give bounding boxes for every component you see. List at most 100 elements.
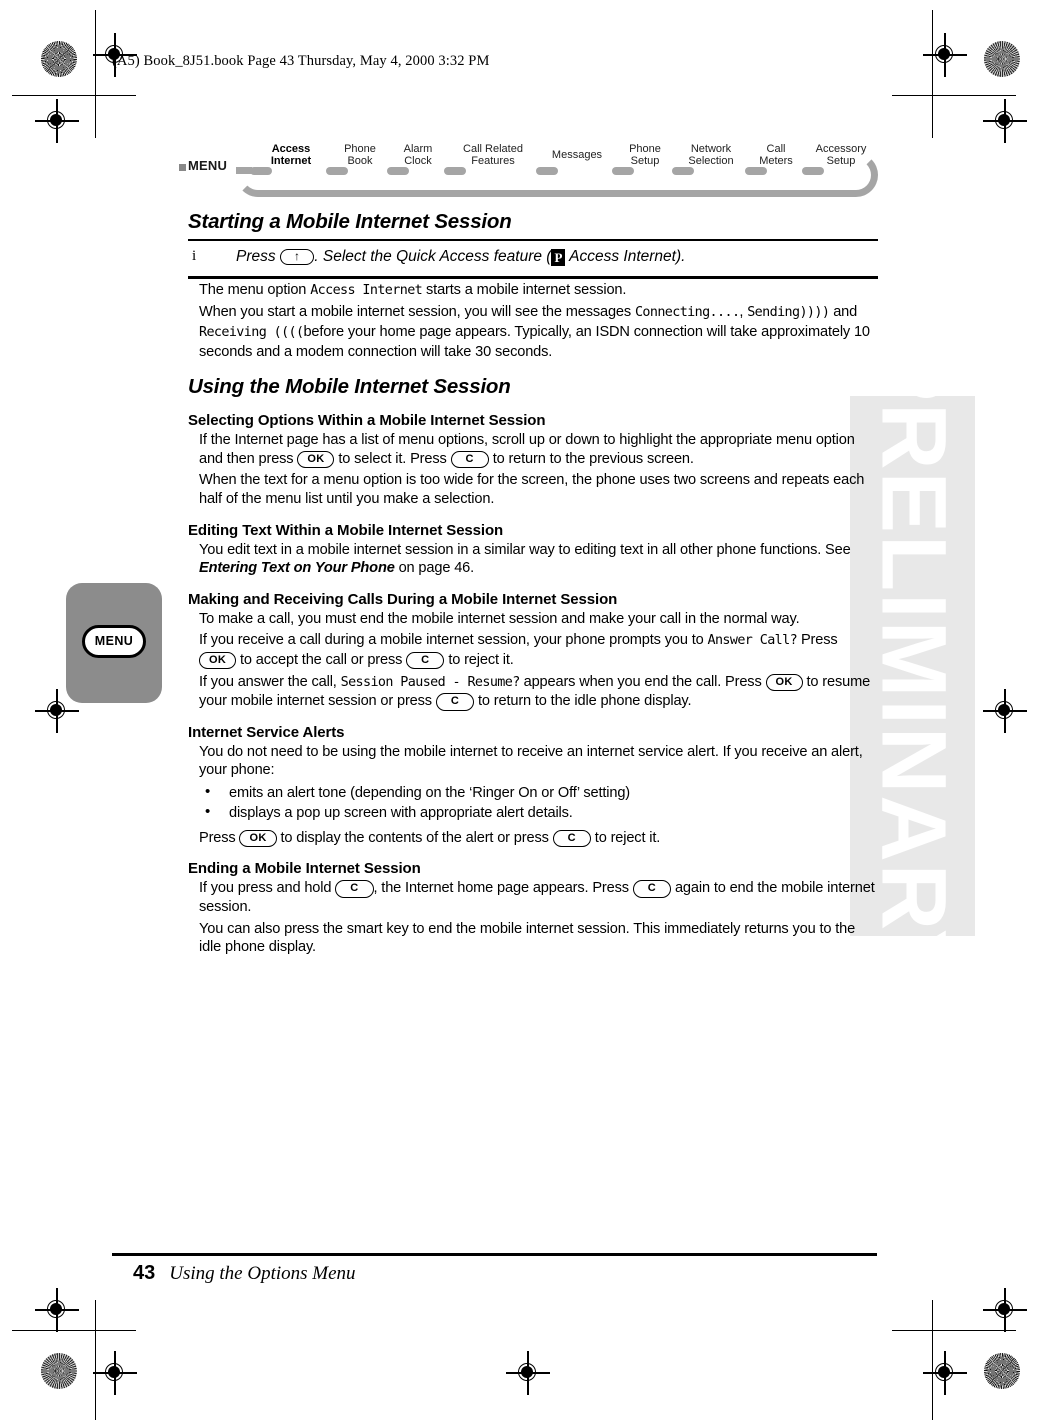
text-run: The menu option	[199, 281, 311, 298]
clear-key-icon: C	[335, 880, 374, 898]
menu-path-item-line2: Setup	[826, 154, 856, 167]
menu-path-item-line2: Setup	[630, 154, 660, 167]
text-run: You edit text in a mobile internet sessi…	[199, 541, 851, 558]
registration-mark-bottom-right	[983, 1288, 1027, 1332]
menu-path-item-line2: Selection	[688, 154, 734, 167]
text-run: When you start a mobile internet session…	[199, 304, 635, 321]
menu-path-connector	[250, 167, 272, 175]
color-rosette-bottom-right	[984, 1353, 1020, 1389]
menu-path-item-accessory-setup[interactable]: Accessory Setup	[810, 143, 872, 167]
menu-path-item-alarm-clock[interactable]: Alarm Clock	[395, 143, 441, 167]
lcd-text-receiving: Receiving ((((	[199, 324, 304, 340]
subheading-editing-text: Editing Text Within a Mobile Internet Se…	[188, 521, 504, 539]
menu-path-item-line1: Call	[766, 143, 786, 155]
crop-line-bottom-left-v	[95, 1300, 97, 1420]
menu-path-item-line2: Features	[471, 154, 515, 167]
crop-line-left-top-h	[12, 95, 136, 97]
paragraph-calls-1: To make a call, you must end the mobile …	[199, 610, 800, 627]
text-run: to display the contents of the alert or …	[276, 829, 553, 846]
ok-key-icon: OK	[199, 651, 237, 670]
step-box: i Press ↑. Select the Quick Access featu…	[188, 241, 878, 274]
paragraph-ending-1: If you press and hold C, the Internet ho…	[188, 879, 878, 916]
text-run: Press	[797, 632, 838, 649]
margin-tab-menu[interactable]: MENU	[66, 583, 162, 703]
menu-path-item-line2: Book	[347, 154, 373, 167]
section-title-using: Using the Mobile Internet Session	[188, 375, 511, 399]
menu-path-diagram: MENU Access Internet Phone Book Alarm Cl…	[179, 143, 878, 200]
list-item: emits an alert tone (depending on the ‘R…	[199, 782, 878, 803]
menu-path-item-line2: Internet	[270, 154, 312, 167]
menu-path-item-messages[interactable]: Messages	[545, 149, 609, 162]
page-number: 43	[133, 1262, 156, 1284]
text-run: Press	[199, 829, 240, 846]
text-run: to return to the previous screen.	[488, 450, 694, 467]
lcd-text-connecting: Connecting....	[634, 305, 740, 321]
menu-path-connector	[444, 167, 466, 175]
menu-path-item-phone-book[interactable]: Phone Book	[336, 143, 384, 167]
step-number: i	[192, 248, 197, 265]
crop-line-top-left-v	[95, 10, 97, 138]
text-run: If you answer the call,	[199, 673, 341, 690]
menu-path-item-line1: Network	[690, 143, 732, 155]
cross-reference-entering-text[interactable]: Entering Text on Your Phone	[199, 560, 395, 576]
text-run: If you press and hold	[199, 880, 336, 897]
registration-mark-left	[35, 99, 79, 143]
clear-key-icon: C	[435, 693, 475, 711]
list-item: displays a pop up screen with appropriat…	[199, 802, 878, 823]
menu-path-marker-icon	[179, 164, 186, 171]
up-arrow-key-icon: ↑	[279, 249, 315, 266]
menu-path-label: MENU	[188, 158, 228, 173]
text-run: , the Internet home page appears. Press	[373, 880, 633, 897]
menu-path-item-network-selection[interactable]: Network Selection	[680, 143, 742, 167]
text-run: on page 46.	[394, 560, 475, 577]
menu-path-item-line1: Messages	[551, 149, 603, 161]
subheading-internet-service-alerts: Internet Service Alerts	[188, 723, 345, 741]
menu-path-item-line2: Meters	[759, 154, 793, 167]
registration-mark-bottom-left	[35, 1288, 79, 1332]
color-rosette-bottom-left	[41, 1353, 77, 1389]
page-footer: 43 Using the Options Menu	[133, 1262, 356, 1285]
lcd-text-access-internet: Access Internet	[310, 282, 423, 298]
clear-key-icon: C	[632, 880, 672, 898]
step-text-pre: Press	[236, 248, 276, 266]
menu-path-connector	[326, 167, 348, 175]
menu-key-icon: MENU	[82, 625, 146, 658]
ok-key-icon: OK	[239, 829, 277, 848]
menu-path-connector	[536, 167, 558, 175]
alert-bullet-list: emits an alert tone (depending on the ‘R…	[188, 782, 878, 823]
menu-path-item-phone-setup[interactable]: Phone Setup	[621, 143, 669, 167]
paragraph-menu-option: The menu option Access Internet starts a…	[188, 281, 878, 301]
section-title-starting: Starting a Mobile Internet Session	[188, 210, 512, 233]
text-run: to reject it.	[444, 651, 514, 668]
text-run: to reject it.	[590, 829, 661, 846]
menu-path-item-call-meters[interactable]: Call Meters	[753, 143, 799, 167]
step-row: i Press ↑. Select the Quick Access featu…	[188, 248, 878, 267]
text-run: If you receive a call during a mobile in…	[199, 632, 708, 649]
paragraph-calls-3: If you answer the call, Session Paused -…	[188, 673, 878, 711]
menu-path-item-line1: Call Related	[463, 143, 523, 155]
registration-mark-right	[983, 99, 1027, 143]
text-run: starts a mobile internet session.	[422, 281, 627, 298]
menu-path-item-line1: Accessory	[815, 143, 867, 155]
text-run: to select it. Press	[334, 450, 451, 467]
menu-path-connector	[387, 167, 409, 175]
menu-path-item-line1: Phone	[344, 143, 376, 155]
menu-path-connector	[612, 167, 634, 175]
text-run: appears when you end the call. Press	[519, 673, 766, 690]
paragraph-selecting-1: If the Internet page has a list of menu …	[188, 431, 878, 469]
menu-path-item-access-internet[interactable]: Access Internet	[260, 143, 322, 167]
paragraph-ending-2: You can also press the smart key to end …	[199, 920, 856, 956]
paragraph-alerts-1: You do not need to be using the mobile i…	[199, 743, 863, 779]
menu-path-item-call-related-features[interactable]: Call Related Features	[453, 143, 533, 167]
lcd-text-session-paused: Session Paused - Resume?	[340, 674, 521, 690]
footer-rule	[112, 1253, 877, 1256]
menu-path-connector	[745, 167, 767, 175]
subheading-making-receiving-calls: Making and Receiving Calls During a Mobi…	[188, 590, 618, 608]
registration-mark-right-middle	[983, 689, 1027, 733]
step-text-post: Access Internet).	[565, 248, 686, 266]
rule-below-step	[188, 276, 878, 279]
clear-key-icon: C	[450, 450, 489, 469]
footer-title: Using the Options Menu	[169, 1263, 356, 1284]
ok-key-icon: OK	[765, 673, 803, 691]
color-rosette-top-left	[41, 41, 77, 77]
